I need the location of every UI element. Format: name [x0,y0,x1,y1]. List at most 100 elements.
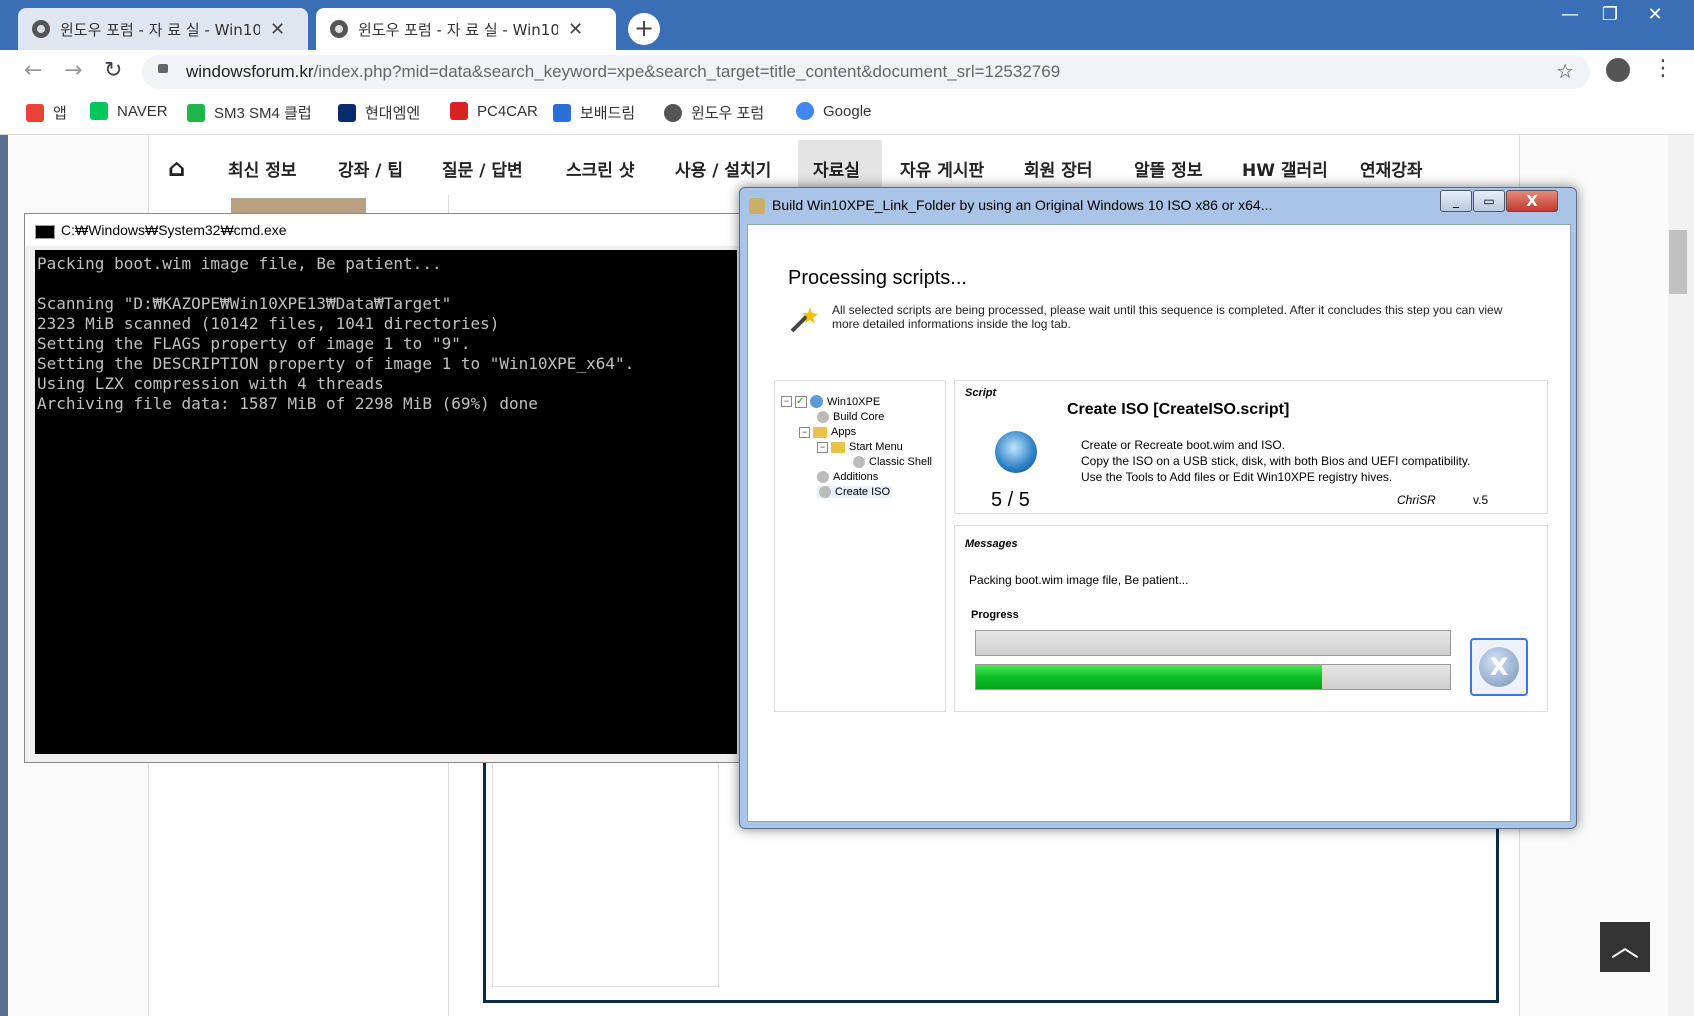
tree-label: Win10XPE [827,395,881,408]
bookmark-sm3[interactable]: SM3 SM4 클럽 [187,102,312,123]
tree-node-start-menu[interactable]: − Start Menu [817,441,903,453]
builder-client: Processing scripts... All selected scrip… [747,224,1571,822]
bookmark-label: NAVER [117,102,168,120]
tree-node-win10xpe[interactable]: − ✓ Win10XPE [781,395,880,408]
processing-header: Processing scripts... [788,267,967,289]
close-tab-icon[interactable]: ✕ [568,19,583,40]
bookmark-naver[interactable]: NAVER [90,102,168,120]
menu-hw-gallery[interactable]: HW 갤러리 [1242,156,1328,181]
menu-series[interactable]: 연재강좌 [1360,156,1423,181]
forward-button[interactable]: → [64,58,82,83]
collapse-icon[interactable]: − [817,441,828,453]
menu-install[interactable]: 사용 / 설치기 [675,156,771,181]
builder-close-button[interactable]: X [1506,190,1558,212]
tab-strip: 윈도우 포럼 - 자 료 실 - Win10XPE ✕ 윈도우 포럼 - 자 료… [0,0,1694,50]
bookmark-bobae[interactable]: 보배드림 [553,102,635,123]
bookmark-windowsforum[interactable]: 윈도우 포럼 [664,102,764,123]
tree-node-classic-shell[interactable]: Classic Shell [853,456,932,468]
cancel-build-button[interactable]: X [1470,638,1528,696]
browser-toolbar: ← → ↻ windowsforum.kr/index.php?mid=data… [0,50,1694,94]
home-icon[interactable]: ⌂ [168,154,185,182]
menu-deals[interactable]: 알뜰 정보 [1134,156,1202,181]
bookmark-label: SM3 SM4 클럽 [214,105,312,122]
new-tab-button[interactable]: + [628,13,660,45]
menu-tips[interactable]: 강좌 / 팁 [338,156,403,181]
script-gear-icon [817,471,829,483]
script-label: Script [965,387,997,399]
menu-market[interactable]: 회원 장터 [1024,156,1092,181]
bookmark-apps[interactable]: 앱 [26,102,67,123]
tree-node-build-core[interactable]: Build Core [817,411,884,423]
site-menu: ⌂ 최신 정보 강좌 / 팁 질문 / 답변 스크린 샷 사용 / 설치기 자료… [148,140,1508,194]
script-name: Create ISO [CreateISO.script] [1067,401,1290,418]
builder-title: Build Win10XPE_Link_Folder by using an O… [772,197,1273,213]
tree-node-apps[interactable]: − Apps [799,426,856,438]
menu-screenshots[interactable]: 스크린 샷 [566,156,634,181]
checkbox-checked-icon[interactable]: ✓ [795,395,807,408]
cmd-window[interactable]: C:₩Windows₩System32₩cmd.exe Packing boot… [24,213,746,763]
bookmark-label: 현대엠엔 [365,105,421,122]
cmd-titlebar[interactable]: C:₩Windows₩System32₩cmd.exe [25,214,745,246]
script-tree: − ✓ Win10XPE Build Core − Apps − Start Menu … [774,380,946,712]
profile-avatar[interactable] [1606,58,1630,82]
tree-node-additions[interactable]: Additions [817,471,878,483]
builder-app-icon [749,198,765,214]
close-tab-icon[interactable]: ✕ [270,19,285,40]
url-path: /index.php?mid=data&search_keyword=xpe&s… [313,62,1061,81]
browser-menu-button[interactable]: ⋮ [1652,56,1674,81]
restore-window-button[interactable]: ❐ [1590,4,1630,25]
magic-wand-icon [790,307,818,333]
collapse-icon[interactable]: − [781,396,792,407]
collapse-icon[interactable]: − [799,426,810,438]
pc4car-icon [450,102,468,120]
tree-node-create-iso[interactable]: Create ISO [817,486,893,498]
builder-minimize-button[interactable]: _ [1440,190,1472,212]
builder-titlebar[interactable]: Build Win10XPE_Link_Folder by using an O… [740,188,1576,222]
menu-qna[interactable]: 질문 / 답변 [442,156,523,181]
bookmark-label: Google [823,102,872,120]
script-panel: Script Create ISO [CreateISO.script] Cre… [954,380,1548,514]
messages-label: Messages [965,538,1018,550]
menu-data[interactable]: 자료실 [813,156,860,181]
script-counter: 5 / 5 [991,489,1030,511]
address-bar[interactable]: windowsforum.kr/index.php?mid=data&searc… [142,55,1590,89]
bookmark-google[interactable]: Google [796,102,871,120]
tree-label: Additions [833,471,879,483]
scrollbar-thumb[interactable] [1669,230,1687,294]
tree-label: Start Menu [849,441,903,453]
apps-grid-icon [26,103,44,122]
scroll-to-top-button[interactable]: ︿ [1600,922,1650,972]
tree-label: Create ISO [835,486,891,498]
bookmark-star-icon[interactable]: ☆ [1556,59,1574,83]
bookmark-label: 보배드림 [580,105,636,122]
bookmarks-bar: 앱 NAVER SM3 SM4 클럽 현대엠엔 PC4CAR 보배드림 윈도우 … [0,94,1694,135]
globe-icon [810,395,823,408]
back-button[interactable]: ← [24,58,42,83]
cancel-x-icon: X [1479,647,1519,687]
close-window-button[interactable]: ✕ [1635,4,1675,25]
windowsforum-favicon-icon [32,20,50,38]
messages-panel: Messages Packing boot.wim image file, Be… [954,525,1548,712]
tab-2[interactable]: 윈도우 포럼 - 자 료 실 - Win10XPE ✕ [316,8,616,50]
cmd-console[interactable]: Packing boot.wim image file, Be patient.… [35,250,737,754]
bookmark-hyundai[interactable]: 현대엠엔 [338,102,420,123]
url-text: windowsforum.kr/index.php?mid=data&searc… [186,62,1060,82]
tree-label: Build Core [833,411,885,423]
builder-window[interactable]: Build Win10XPE_Link_Folder by using an O… [739,187,1577,829]
bookmark-pc4car[interactable]: PC4CAR [450,102,538,120]
tab-1[interactable]: 윈도우 포럼 - 자 료 실 - Win10XPE ✕ [18,8,308,50]
message-text: Packing boot.wim image file, Be patient.… [969,573,1189,587]
minimize-window-button[interactable]: — [1550,4,1590,25]
script-desc-line: Use the Tools to Add files or Edit Win10… [1081,470,1393,484]
cmd-output: Packing boot.wim image file, Be patient.… [37,254,635,413]
reload-button[interactable]: ↻ [104,58,122,83]
tab-title: 윈도우 포럼 - 자 료 실 - Win10XPE [358,20,558,39]
menu-free-board[interactable]: 자유 게시판 [900,156,984,181]
script-desc-line: Copy the ISO on a USB stick, disk, with … [1081,454,1471,468]
windowsforum-icon [664,103,682,122]
script-author: ChriSR [1397,493,1436,507]
menu-latest[interactable]: 최신 정보 [228,156,296,181]
content-frame-inner [492,740,719,987]
builder-restore-button[interactable]: ▭ [1473,190,1505,212]
script-progress-bar [975,630,1451,656]
